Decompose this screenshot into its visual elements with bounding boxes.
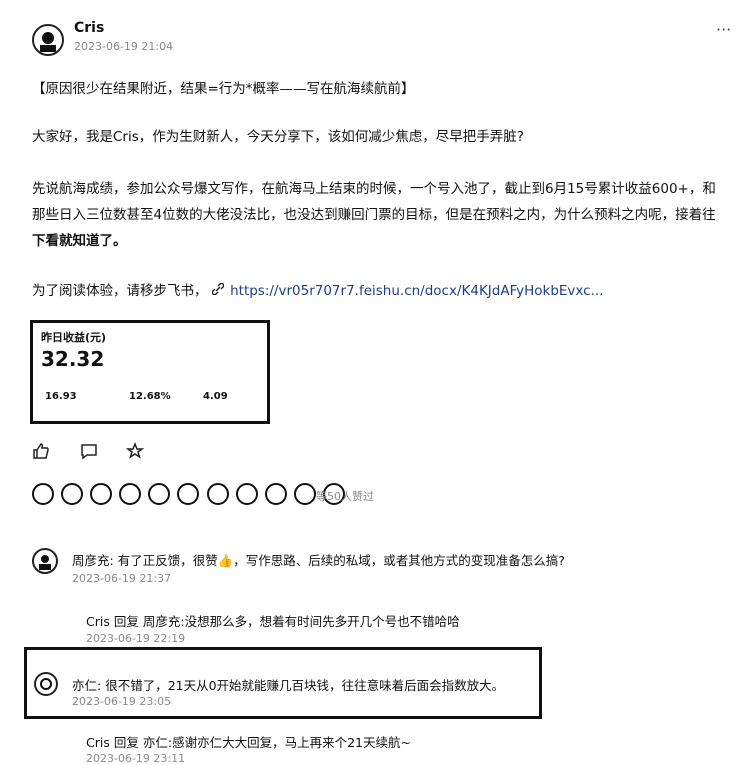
reply-target[interactable]: 亦仁:	[143, 735, 172, 750]
post-title: 【原因很少在结果附近，结果=行为*概率——写在航海续航前】	[32, 81, 415, 97]
person-icon	[39, 555, 51, 570]
reply-target[interactable]: 周彦充:	[143, 614, 185, 629]
reaction-count: 等50人赞过	[316, 490, 374, 503]
comment-author[interactable]: 亦仁	[72, 678, 97, 693]
stats-sub-value: 16.93	[45, 391, 77, 402]
stats-sub-value: 12.68%	[129, 391, 171, 402]
person-icon	[40, 678, 52, 690]
reply-author[interactable]: Cris	[86, 614, 110, 629]
link-prefix: 为了阅读体验，请移步飞书，	[32, 283, 208, 299]
stats-value: 32.32	[41, 347, 105, 371]
earnings-screenshot[interactable]: 昨日收益(元) 32.32 16.93 12.68% 4.09	[30, 320, 270, 424]
more-options-button[interactable]: ···	[716, 20, 731, 39]
commenter-avatar[interactable]	[34, 672, 58, 696]
reaction-avatar	[90, 483, 113, 505]
commenter-avatar[interactable]	[32, 548, 58, 574]
post-paragraph-line: 下看就知道了。	[32, 233, 127, 249]
author-avatar[interactable]	[32, 24, 64, 56]
reply-timestamp: 2023-06-19 23:11	[86, 752, 186, 765]
reply-word: 回复	[113, 614, 139, 629]
comment-row: 周彦充: 有了正反馈，很赞👍，写作思路、后续的私域，或者其他方式的变现准备怎么搞…	[72, 553, 565, 568]
feishu-doc-link[interactable]: https://vr05r707r7.feishu.cn/docx/K4KJdA…	[230, 283, 603, 299]
reply-author[interactable]: Cris	[86, 735, 110, 750]
comment-text: 有了正反馈，很赞👍，写作思路、后续的私域，或者其他方式的变现准备怎么搞?	[117, 553, 565, 568]
stats-label: 昨日收益(元)	[41, 331, 107, 344]
post-paragraph-line: 那些日入三位数甚至4位数的大佬没法比，也没达到赚回门票的目标，但是在预料之内，为…	[32, 207, 716, 223]
reaction-avatar	[206, 483, 229, 505]
reaction-avatar	[293, 483, 316, 505]
reply-text: 没想那么多，想着有时间先多开几个号也不错哈哈	[184, 614, 460, 629]
reply-row: Cris 回复 亦仁:感谢亦仁大大回复，马上再来个21天续航~	[86, 732, 411, 751]
comment-text: 很不错了，21天从0开始就能赚几百块钱，往往意味着后面会指数放大。	[105, 678, 505, 693]
reaction-avatar	[177, 483, 200, 505]
comment-icon[interactable]	[80, 442, 98, 460]
star-icon[interactable]	[125, 441, 145, 460]
reaction-avatar	[61, 483, 84, 505]
reaction-avatars[interactable]	[32, 483, 347, 505]
reply-timestamp: 2023-06-19 22:19	[86, 632, 186, 645]
comment-row: 亦仁: 很不错了，21天从0开始就能赚几百块钱，往往意味着后面会指数放大。	[72, 678, 505, 693]
comment-timestamp: 2023-06-19 23:05	[72, 695, 172, 708]
reaction-avatar	[264, 483, 287, 505]
reply-text: 感谢亦仁大大回复，马上再来个21天续航~	[172, 735, 411, 750]
reaction-avatar	[235, 483, 258, 505]
reply-row: Cris 回复 周彦充:没想那么多，想着有时间先多开几个号也不错哈哈	[86, 611, 460, 630]
stats-sub-value: 4.09	[203, 391, 228, 402]
link-icon	[211, 278, 226, 304]
reaction-avatar	[32, 483, 54, 505]
reaction-avatar	[148, 483, 171, 505]
avatar-face-icon	[40, 32, 56, 52]
post-timestamp: 2023-06-19 21:04	[74, 40, 174, 53]
thumb-up-icon[interactable]	[32, 442, 50, 460]
post-link-row: 为了阅读体验，请移步飞书， https://vr05r707r7.feishu.…	[32, 278, 603, 304]
post-author-name[interactable]: Cris	[74, 20, 104, 36]
reaction-avatar	[119, 483, 142, 505]
post-paragraph-line: 先说航海成绩，参加公众号爆文写作，在航海马上结束的时候，一个号入池了，截止到6月…	[32, 181, 716, 197]
reply-word: 回复	[113, 735, 139, 750]
comment-author[interactable]: 周彦充	[72, 553, 110, 568]
post-paragraph-intro: 大家好，我是Cris，作为生财新人，今天分享下，该如何减少焦虑，尽早把手弄脏?	[32, 129, 524, 145]
comment-timestamp: 2023-06-19 21:37	[72, 572, 172, 585]
